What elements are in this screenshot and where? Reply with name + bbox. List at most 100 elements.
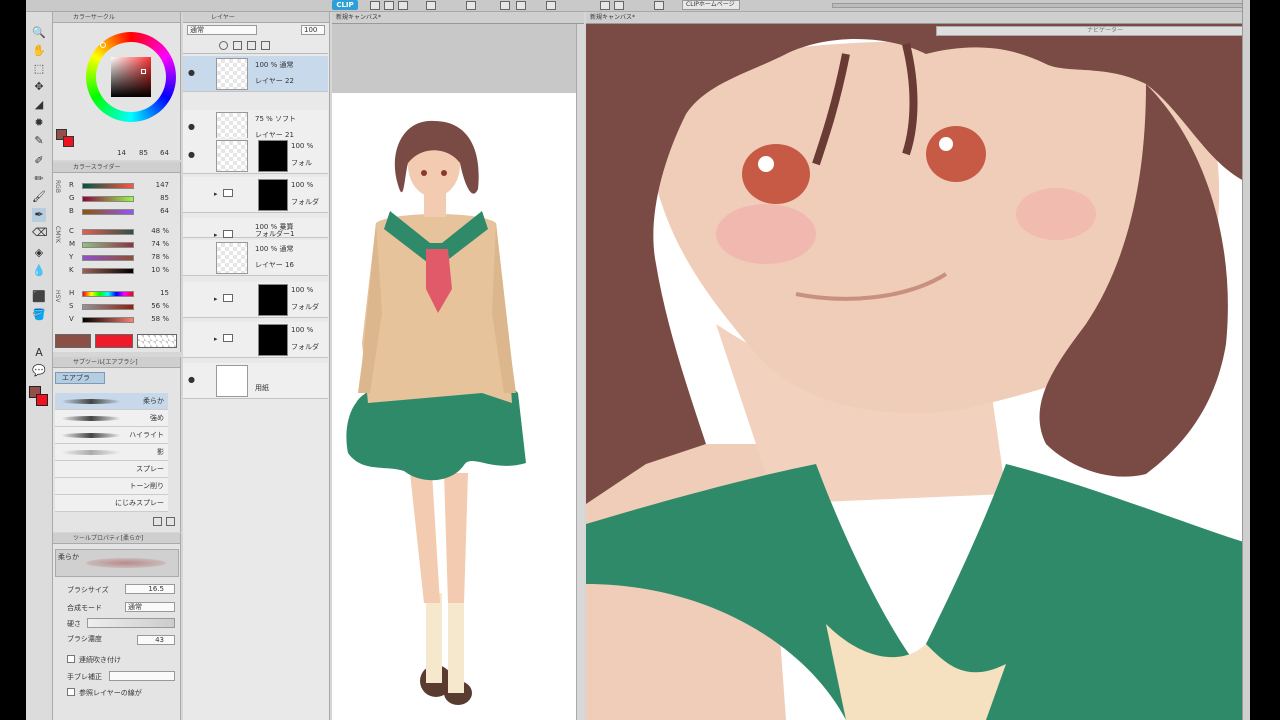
slider-value[interactable]: 48 % <box>139 227 169 235</box>
eye-icon[interactable]: ● <box>188 150 195 159</box>
transform-icon[interactable] <box>500 1 510 10</box>
delete-subtool-icon[interactable] <box>166 517 175 526</box>
slider-track[interactable] <box>82 229 134 235</box>
move-tool-icon[interactable]: ✥ <box>32 80 46 94</box>
settings-icon[interactable] <box>466 1 476 10</box>
edit-tool-icon[interactable] <box>614 1 624 10</box>
brush-tool-icon[interactable]: ✏ <box>32 172 46 186</box>
slider-value[interactable]: 64 <box>139 207 169 215</box>
layer-row[interactable]: ● 用紙 <box>183 363 328 399</box>
new-file-icon[interactable] <box>370 1 380 10</box>
layer-blend-mode-select[interactable]: 通常 <box>187 25 257 35</box>
slider-track[interactable] <box>82 304 134 310</box>
expand-icon[interactable]: ▸ <box>214 231 218 239</box>
slider-transparent-swatch[interactable] <box>137 334 177 348</box>
reference-layer-checkbox[interactable] <box>67 688 75 696</box>
blend-mode-select[interactable]: 通常 <box>125 602 175 612</box>
slider-track[interactable] <box>82 242 134 248</box>
brush-size-input[interactable]: 16.5 <box>125 584 175 594</box>
auto-select-tool-icon[interactable]: ◢ <box>32 98 46 112</box>
fill-tool-icon[interactable]: 🪣 <box>32 308 46 322</box>
slider-track[interactable] <box>82 183 134 189</box>
expand-icon[interactable]: ▸ <box>214 295 218 303</box>
slider-row-y[interactable]: Y 78 % <box>53 252 181 264</box>
canvas1-scrollbar[interactable] <box>576 24 584 720</box>
brush-item-strong[interactable]: 強め <box>55 410 168 427</box>
lock-icon[interactable] <box>247 41 256 50</box>
slider-track[interactable] <box>82 255 134 261</box>
expand-icon[interactable]: ▸ <box>214 335 218 343</box>
slider-value[interactable]: 74 % <box>139 240 169 248</box>
slider-sub-swatch[interactable] <box>95 334 133 348</box>
layer-row[interactable]: ▸ 100 % フォルダ <box>183 322 328 358</box>
slider-main-swatch[interactable] <box>55 334 91 348</box>
slider-row-c[interactable]: C 48 % <box>53 226 181 238</box>
text-tool-icon[interactable]: A <box>32 346 46 360</box>
blur-tool-icon[interactable]: 💧 <box>32 264 46 278</box>
layer-row[interactable]: ● 100 % フォル <box>183 138 328 174</box>
sub-color-swatch[interactable] <box>36 394 48 406</box>
slider-value[interactable]: 85 <box>139 194 169 202</box>
lock-transparent-icon[interactable] <box>261 41 270 50</box>
subtool-group-tab[interactable]: エアブラ <box>55 372 105 384</box>
layer-row[interactable]: 100 % 通常 レイヤー 16 <box>183 240 328 276</box>
top-scrollbar[interactable] <box>832 3 1250 8</box>
pen-tool-icon[interactable]: ✎ <box>32 134 46 148</box>
close-icon[interactable] <box>516 1 526 10</box>
slider-row-g[interactable]: G 85 <box>53 193 181 205</box>
continuous-spray-checkbox[interactable] <box>67 655 75 663</box>
pencil-tool-icon[interactable]: ✐ <box>32 154 46 168</box>
slider-track[interactable] <box>82 317 134 323</box>
slider-row-r[interactable]: R 147 <box>53 180 181 192</box>
slider-row-m[interactable]: M 74 % <box>53 239 181 251</box>
brush-item-spray[interactable]: スプレー <box>55 461 168 478</box>
slider-row-s[interactable]: S 56 % <box>53 301 181 313</box>
eyedropper-tool-icon[interactable]: ✹ <box>32 116 46 130</box>
brush-item-soft[interactable]: 柔らか <box>55 393 168 410</box>
window-icon[interactable] <box>654 1 664 10</box>
clip-icon[interactable] <box>219 41 228 50</box>
airbrush-tool-icon[interactable]: ✒ <box>32 208 46 222</box>
layer-row[interactable]: ▸ 100 % 乗算 フォルダー1 <box>183 218 328 239</box>
stabilization-slider[interactable] <box>109 671 175 681</box>
gradient-tool-icon[interactable]: ⬛ <box>32 290 46 304</box>
copy-subtool-icon[interactable] <box>153 517 162 526</box>
saturation-value-square[interactable] <box>111 57 151 97</box>
homepage-button[interactable]: CLIPホームページ <box>682 0 740 10</box>
eraser-tool-icon[interactable]: ⌫ <box>32 226 48 240</box>
brush-item-tone-scrape[interactable]: トーン削り <box>55 478 168 495</box>
slider-track[interactable] <box>82 291 134 297</box>
slider-value[interactable]: 147 <box>139 181 169 189</box>
right-scrollbar[interactable] <box>1242 0 1250 720</box>
slider-row-v[interactable]: V 58 % <box>53 314 181 326</box>
layer-row[interactable]: ▸ 100 % フォルダ <box>183 282 328 318</box>
hue-cursor[interactable] <box>100 42 106 48</box>
slider-value[interactable]: 56 % <box>139 302 169 310</box>
open-file-icon[interactable] <box>384 1 394 10</box>
brush-item-blur-spray[interactable]: にじみスプレー <box>55 495 168 512</box>
canvas-face-closeup[interactable] <box>586 24 1250 720</box>
circle-sub-color[interactable] <box>63 136 74 147</box>
canvas-full-body[interactable] <box>332 93 576 720</box>
slider-track[interactable] <box>82 209 134 215</box>
hue-wheel[interactable] <box>86 32 176 122</box>
brush-item-highlight[interactable]: ハイライト <box>55 427 168 444</box>
slider-value[interactable]: 58 % <box>139 315 169 323</box>
slider-row-b[interactable]: B 64 <box>53 206 181 218</box>
select-icon[interactable] <box>546 1 556 10</box>
brush-item-shadow[interactable]: 影 <box>55 444 168 461</box>
hardness-slider[interactable] <box>87 618 175 628</box>
slider-row-h[interactable]: H 15 <box>53 288 181 300</box>
canvas-tab-2[interactable]: 新規キャンバス* <box>586 12 1250 24</box>
eye-icon[interactable]: ● <box>188 375 195 384</box>
layer-opacity-input[interactable]: 100 <box>301 25 325 35</box>
canvas-tab-1[interactable]: 新規キャンバス* <box>332 12 584 24</box>
hand-tool-icon[interactable]: ✋ <box>32 44 46 58</box>
slider-row-k[interactable]: K 10 % <box>53 265 181 277</box>
save-icon[interactable] <box>398 1 408 10</box>
balloon-tool-icon[interactable]: 💬 <box>32 364 46 378</box>
expand-icon[interactable]: ▸ <box>214 190 218 198</box>
layer-tool-icon[interactable] <box>600 1 610 10</box>
slider-value[interactable]: 10 % <box>139 266 169 274</box>
eye-icon[interactable]: ● <box>188 122 195 131</box>
